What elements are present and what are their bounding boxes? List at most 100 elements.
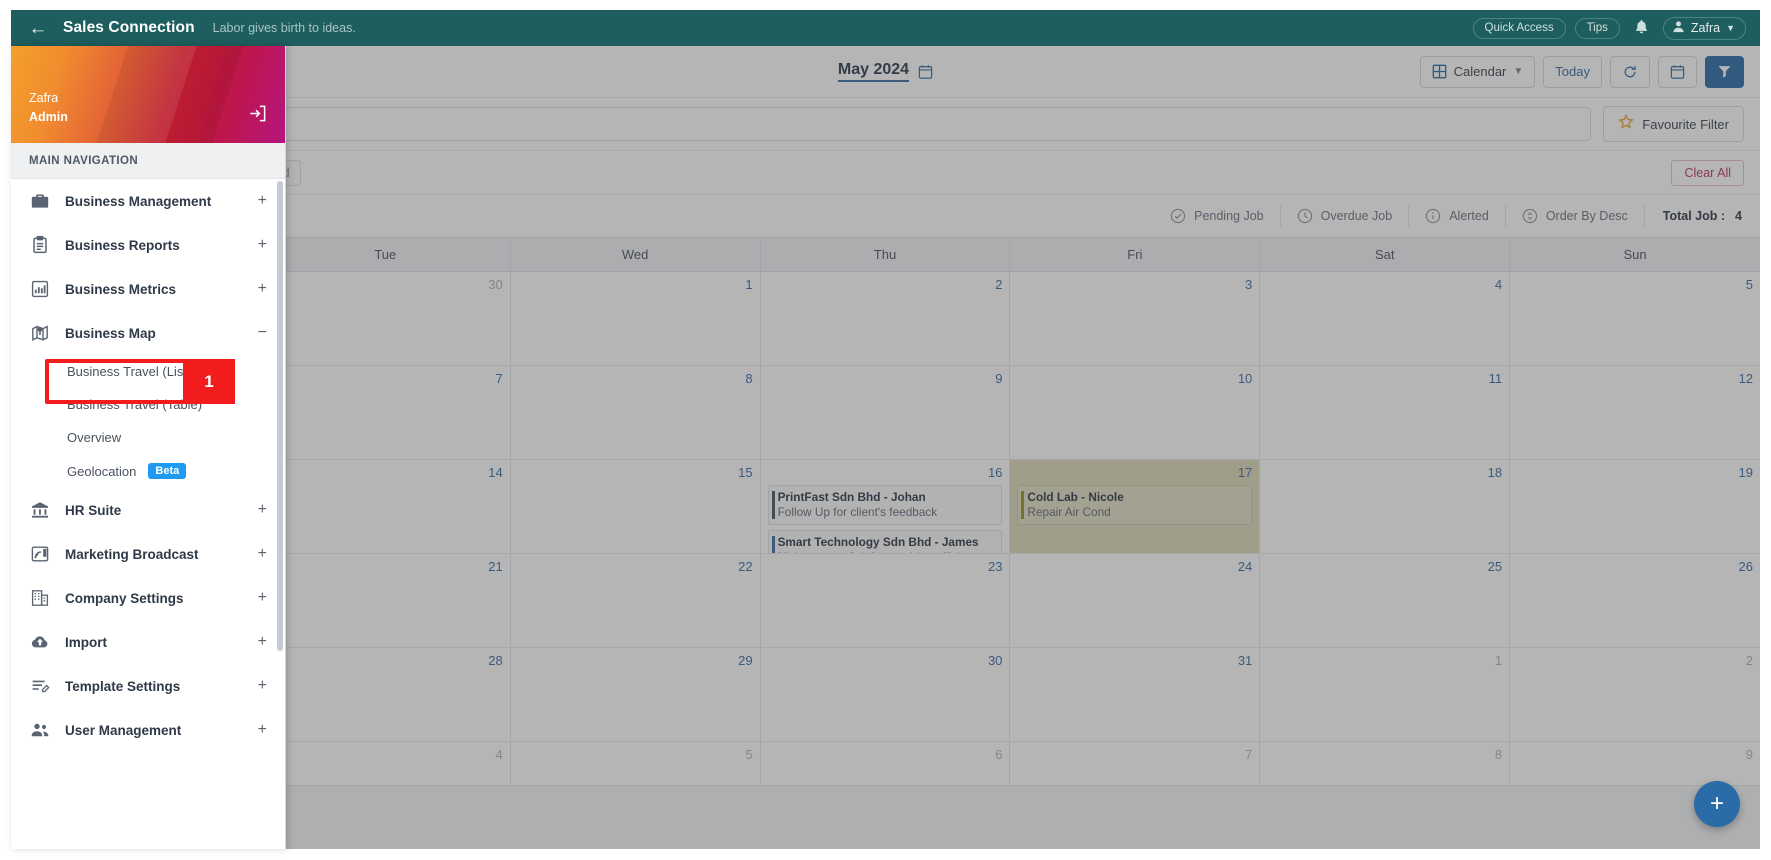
calendar-day-cell[interactable]: 29 — [510, 648, 761, 742]
calendar-day-cell[interactable]: 9 — [760, 366, 1011, 460]
calendar-day-cell[interactable]: 7 — [260, 366, 511, 460]
calendar-icon[interactable] — [918, 64, 933, 80]
calendar-day-number: 17 — [1237, 465, 1253, 480]
favourite-filter-label: Favourite Filter — [1642, 116, 1729, 132]
clear-all-button[interactable]: Clear All — [1671, 159, 1744, 186]
sidebar-item-business-metrics[interactable]: Business Metrics + — [11, 267, 285, 311]
favourite-filter-button[interactable]: Favourite Filter — [1603, 106, 1744, 142]
legend-alerted[interactable]: Alerted — [1409, 205, 1506, 227]
calendar-day-cell[interactable]: 4 — [1260, 272, 1511, 366]
calendar-day-cell[interactable]: 3 — [1010, 272, 1261, 366]
calendar-event[interactable]: Cold Lab - Nicole Repair Air Cond — [1017, 485, 1253, 526]
sidebar-subitem-business-travel-table-[interactable]: Business Travel (Table) — [11, 388, 285, 421]
sidebar-item-business-map[interactable]: Business Map − — [11, 311, 285, 355]
calendar-day-cell[interactable]: 2 — [760, 272, 1011, 366]
calendar-day-cell[interactable]: 28 — [260, 648, 511, 742]
calendar-day-cell[interactable]: 10 — [1010, 366, 1261, 460]
calendar-day-cell[interactable]: 30 — [260, 272, 511, 366]
calendar-day-cell[interactable]: 1 — [1260, 648, 1511, 742]
refresh-icon[interactable] — [1610, 55, 1650, 88]
calendar-day-cell[interactable]: 17 Cold Lab - Nicole Repair Air Cond — [1010, 460, 1261, 554]
calendar-day-cell[interactable]: 23 — [760, 554, 1011, 648]
sidebar-item-business-reports[interactable]: Business Reports + — [11, 223, 285, 267]
calendar-day-cell[interactable]: 2 — [1510, 648, 1760, 742]
filter-funnel-icon[interactable] — [1705, 55, 1744, 88]
sidebar-subitem-overview[interactable]: Overview — [11, 421, 285, 454]
sidebar-item-import[interactable]: Import + — [11, 620, 285, 664]
calendar-day-cell[interactable]: 5 — [510, 742, 761, 786]
sidebar-item-business-management[interactable]: Business Management + — [11, 179, 285, 223]
calendar-day-cell[interactable]: 5 — [1510, 272, 1760, 366]
sidebar-item-marketing-broadcast[interactable]: Marketing Broadcast + — [11, 532, 285, 576]
sidebar-item-user-management[interactable]: User Management + — [11, 708, 285, 752]
calendar-day-cell[interactable]: 15 — [510, 460, 761, 554]
calendar-day-cell[interactable]: 25 — [1260, 554, 1511, 648]
weekday-fri: Fri — [1010, 238, 1261, 271]
notification-bell-icon[interactable] — [1629, 19, 1654, 38]
calendar-event[interactable]: PrintFast Sdn Bhd - Johan Follow Up for c… — [767, 485, 1003, 526]
expand-icon[interactable]: + — [258, 502, 267, 518]
calendar-day-cell[interactable]: 4 — [260, 742, 511, 786]
sidebar-item-label: Company Settings — [65, 590, 184, 606]
legend-order-by-desc[interactable]: Order By Desc — [1506, 205, 1645, 227]
user-menu[interactable]: Zafra ▼ — [1662, 16, 1746, 40]
calendar-day-cell[interactable]: 22 — [510, 554, 761, 648]
sidebar-subitem-business-travel-list-[interactable]: Business Travel (List) — [11, 355, 285, 388]
calendar-day-cell[interactable]: 16 PrintFast Sdn Bhd - Johan Follow Up for… — [760, 460, 1011, 554]
back-arrow-icon[interactable]: ← — [25, 15, 51, 41]
view-switch-calendar[interactable]: Calendar ▼ — [1419, 55, 1536, 88]
calendar-day-cell[interactable]: 11 — [1260, 366, 1511, 460]
month-label[interactable]: May 2024 — [837, 61, 910, 82]
calendar-day-cell[interactable]: 7 — [1010, 742, 1261, 786]
event-description: Repair Air Cond — [1027, 504, 1111, 519]
calendar-day-cell[interactable]: 6 — [760, 742, 1011, 786]
collapse-icon[interactable]: − — [258, 325, 267, 341]
logout-icon[interactable] — [248, 104, 267, 128]
quick-access-button[interactable]: Quick Access — [1472, 17, 1566, 39]
sidebar-item-template-settings[interactable]: Template Settings + — [11, 664, 285, 708]
sidebar-item-label: Business Metrics — [65, 281, 177, 297]
calendar-day-number: 4 — [1494, 277, 1503, 292]
calendar-day-cell[interactable]: 30 — [760, 648, 1011, 742]
calendar-day-cell[interactable]: 21 — [260, 554, 511, 648]
calendar-day-cell[interactable]: 1 — [510, 272, 761, 366]
today-button[interactable]: Today — [1543, 55, 1602, 88]
calendar-day-cell[interactable]: 18 — [1260, 460, 1511, 554]
calendar-day-cell[interactable]: 31 — [1010, 648, 1261, 742]
expand-icon[interactable]: + — [258, 237, 267, 253]
total-job: Total Job : 4 — [1645, 209, 1742, 223]
date-picker-icon[interactable] — [1658, 55, 1697, 88]
calendar-day-cell[interactable]: 9 — [1510, 742, 1760, 786]
legend-label: Overdue Job — [1320, 209, 1393, 223]
tips-button[interactable]: Tips — [1574, 17, 1620, 39]
calendar-day-cell[interactable]: 26 — [1510, 554, 1760, 648]
calendar-event[interactable]: Smart Technology Sdn Bhd - JamesMaintena… — [767, 530, 1003, 553]
expand-icon[interactable]: + — [258, 634, 267, 650]
legend-overdue-job[interactable]: Overdue Job — [1281, 205, 1410, 227]
sidebar-subitem-geolocation[interactable]: Geolocation Beta — [11, 454, 285, 488]
expand-icon[interactable]: + — [258, 678, 267, 694]
calendar-day-cell[interactable]: 24 — [1010, 554, 1261, 648]
weekday-wed: Wed — [511, 238, 761, 271]
sidebar-item-hr-suite[interactable]: HR Suite + — [11, 488, 285, 532]
legend-pending-job[interactable]: Pending Job — [1154, 205, 1281, 227]
expand-icon[interactable]: + — [258, 193, 267, 209]
calendar-day-cell[interactable]: 8 — [510, 366, 761, 460]
sidebar-scrollbar[interactable] — [277, 181, 283, 651]
calendar-day-cell[interactable]: 14 — [260, 460, 511, 554]
add-job-button[interactable]: + — [1694, 781, 1740, 827]
weekday-thu: Thu — [761, 238, 1011, 271]
expand-icon[interactable]: + — [258, 546, 267, 562]
calendar-day-number: 9 — [1745, 747, 1753, 762]
sidebar-item-company-settings[interactable]: Company Settings + — [11, 576, 285, 620]
expand-icon[interactable]: + — [258, 722, 267, 738]
calendar-day-number: 6 — [995, 747, 1003, 762]
expand-icon[interactable]: + — [258, 281, 267, 297]
expand-icon[interactable]: + — [258, 590, 267, 606]
calendar-day-cell[interactable]: 12 — [1510, 366, 1760, 460]
building-icon — [29, 587, 51, 609]
weekday-sat: Sat — [1260, 238, 1511, 271]
calendar-day-cell[interactable]: 8 — [1260, 742, 1511, 786]
star-icon — [1618, 113, 1635, 134]
calendar-day-cell[interactable]: 19 — [1510, 460, 1760, 554]
